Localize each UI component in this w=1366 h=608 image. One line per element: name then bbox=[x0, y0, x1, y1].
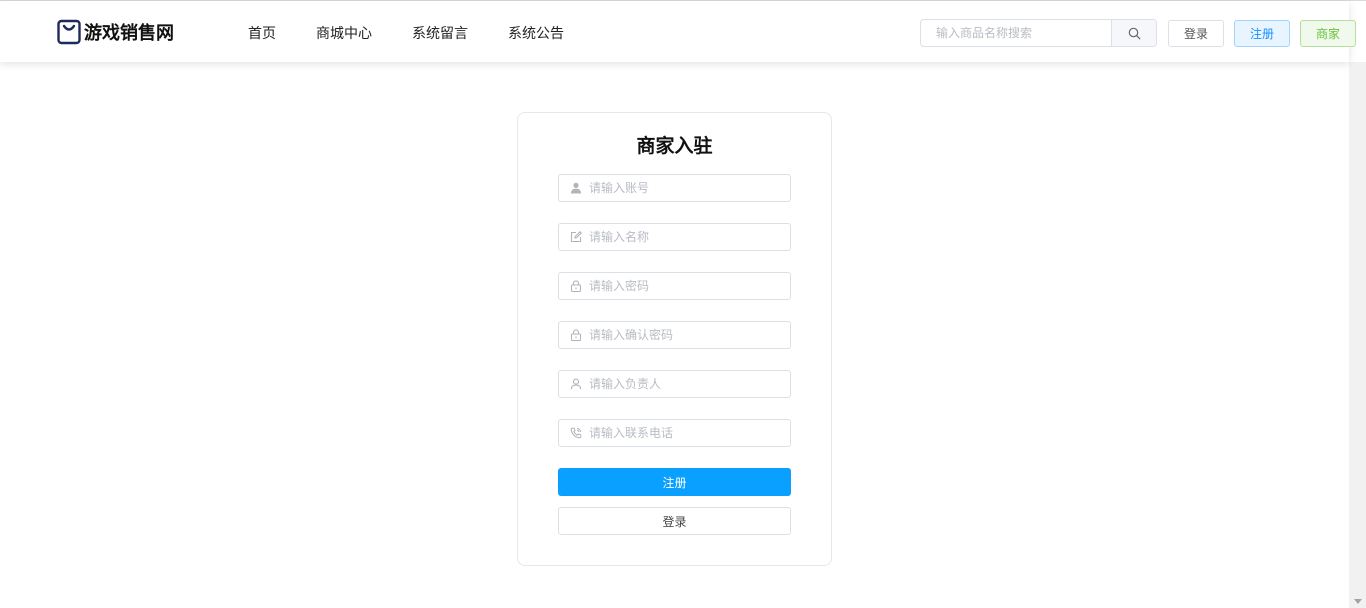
search-button[interactable] bbox=[1111, 20, 1156, 46]
confirm-password-field[interactable] bbox=[558, 321, 791, 349]
nav-item-home[interactable]: 首页 bbox=[248, 23, 276, 43]
contact-person-input[interactable] bbox=[589, 371, 785, 397]
form-title: 商家入驻 bbox=[636, 135, 713, 157]
phone-input[interactable] bbox=[589, 420, 785, 446]
vertical-scrollbar[interactable] bbox=[1349, 62, 1366, 608]
nav-item-announcements[interactable]: 系统公告 bbox=[508, 23, 564, 43]
scroll-down-arrow-icon[interactable] bbox=[1354, 599, 1362, 604]
shopping-bag-icon bbox=[57, 19, 81, 45]
lock-icon bbox=[569, 279, 583, 293]
user-filled-icon bbox=[569, 181, 583, 195]
password-field[interactable] bbox=[558, 272, 791, 300]
register-button[interactable]: 注册 bbox=[1234, 20, 1290, 47]
phone-icon bbox=[569, 426, 583, 440]
phone-field[interactable] bbox=[558, 419, 791, 447]
edit-icon bbox=[569, 230, 583, 244]
site-name: 游戏销售网 bbox=[84, 23, 174, 44]
search-icon bbox=[1128, 27, 1140, 39]
go-login-button[interactable]: 登录 bbox=[558, 507, 791, 535]
search-box bbox=[920, 19, 1157, 47]
nav-item-mall[interactable]: 商城中心 bbox=[316, 23, 372, 43]
confirm-password-input[interactable] bbox=[589, 322, 785, 348]
password-input[interactable] bbox=[589, 273, 785, 299]
name-field[interactable] bbox=[558, 223, 791, 251]
merchant-button[interactable]: 商家 bbox=[1300, 20, 1356, 47]
lock-icon bbox=[569, 328, 583, 342]
login-button[interactable]: 登录 bbox=[1168, 20, 1224, 47]
submit-register-button[interactable]: 注册 bbox=[558, 468, 791, 496]
user-icon bbox=[569, 377, 583, 391]
merchant-register-card: 商家入驻 请输入账号 请输入名称 请输入负责人 请输入联系电话 注册 登录 bbox=[517, 112, 832, 566]
name-input[interactable] bbox=[589, 224, 785, 250]
site-logo[interactable]: 游戏销售网 bbox=[57, 19, 174, 45]
account-field[interactable] bbox=[558, 174, 791, 202]
header: 游戏销售网 首页 商城中心 系统留言 系统公告 登录 注册 商家 bbox=[0, 1, 1356, 62]
contact-person-field[interactable] bbox=[558, 370, 791, 398]
account-input[interactable] bbox=[589, 175, 785, 201]
search-input[interactable] bbox=[921, 20, 1128, 46]
nav-item-messages[interactable]: 系统留言 bbox=[412, 23, 468, 43]
